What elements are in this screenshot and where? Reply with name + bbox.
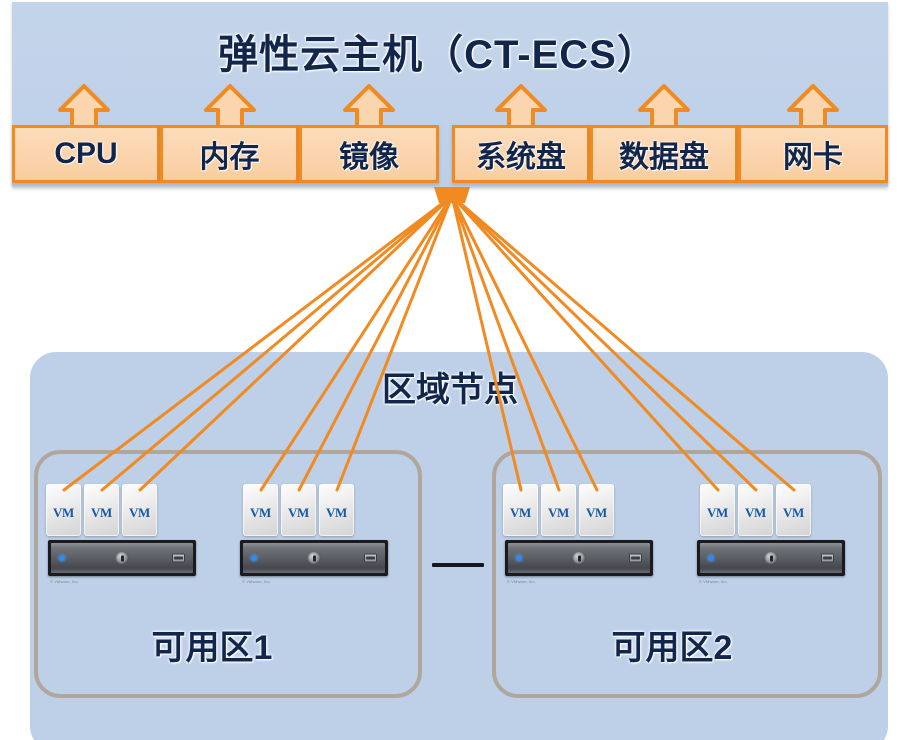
vm-icon: VM	[46, 484, 81, 536]
rack-power-led-icon	[251, 555, 257, 561]
rack-dial-icon	[307, 551, 321, 565]
vm-icon: VM	[541, 484, 576, 536]
rack-dial-icon	[572, 551, 586, 565]
vm-label: VM	[325, 505, 348, 520]
availability-zone-label: 可用区1	[151, 629, 273, 667]
rack-slot-icon	[629, 553, 642, 563]
server-rack-icon	[505, 540, 653, 576]
vm-icon: VM	[700, 484, 735, 536]
vm-icon: VM	[776, 484, 811, 536]
rack-credit-text: © VMware, Inc.	[50, 579, 79, 584]
vm-label: VM	[782, 505, 805, 520]
az-interconnect-line	[432, 563, 484, 567]
rack-dial-icon	[764, 551, 778, 565]
vm-icon: VM	[579, 484, 614, 536]
rack-power-led-icon	[59, 555, 65, 561]
rack-face	[700, 543, 842, 573]
vm-label: VM	[509, 505, 532, 520]
vm-label: VM	[547, 505, 570, 520]
rack-credit-text: © VMware, Inc.	[242, 579, 271, 584]
fanout-origin-node	[434, 187, 470, 203]
component-label: 内存	[199, 141, 260, 174]
vm-icon: VM	[243, 484, 278, 536]
server-rack-icon	[240, 540, 388, 576]
component-box-镜像[interactable]: 镜像	[299, 125, 439, 183]
rack-credit-text: © VMware, Inc.	[699, 579, 728, 584]
vm-icon: VM	[281, 484, 316, 536]
rack-face	[51, 543, 193, 573]
server-rack-icon	[48, 540, 196, 576]
vm-label: VM	[706, 505, 729, 520]
up-arrow-icon-网卡	[785, 83, 841, 131]
rack-slot-icon	[821, 553, 834, 563]
up-arrow-icon-内存	[202, 83, 258, 131]
page-title: 弹性云主机（CT-ECS）	[218, 33, 658, 77]
rack-power-led-icon	[708, 555, 714, 561]
component-box-网卡[interactable]: 网卡	[738, 125, 888, 183]
rack-dial-icon	[115, 551, 129, 565]
rack-power-led-icon	[516, 555, 522, 561]
vm-label: VM	[128, 505, 151, 520]
rack-slot-icon	[364, 553, 377, 563]
diagram-canvas: 弹性云主机（CT-ECS） CPU 内存 镜像 系统盘 数据盘 网卡 区域节点 可用区1 V…	[0, 0, 900, 740]
up-arrow-icon-CPU	[56, 83, 112, 131]
up-arrow-icon-镜像	[341, 83, 397, 131]
component-label: 系统盘	[476, 141, 566, 174]
vm-label: VM	[287, 505, 310, 520]
up-arrow-icon-数据盘	[636, 83, 692, 131]
server-rack-icon	[697, 540, 845, 576]
rack-face	[243, 543, 385, 573]
vm-icon: VM	[503, 484, 538, 536]
component-box-数据盘[interactable]: 数据盘	[590, 125, 738, 183]
component-box-系统盘[interactable]: 系统盘	[452, 125, 590, 183]
component-label: 网卡	[783, 141, 843, 174]
vm-label: VM	[744, 505, 767, 520]
availability-zone-label: 可用区2	[611, 629, 733, 667]
rack-slot-icon	[172, 553, 185, 563]
component-box-CPU[interactable]: CPU	[12, 125, 160, 183]
component-label: 镜像	[339, 141, 399, 174]
vm-label: VM	[249, 505, 272, 520]
vm-icon: VM	[738, 484, 773, 536]
vm-icon: VM	[122, 484, 157, 536]
component-box-内存[interactable]: 内存	[160, 125, 299, 183]
vm-label: VM	[585, 505, 608, 520]
rack-face	[508, 543, 650, 573]
vm-icon: VM	[319, 484, 354, 536]
rack-credit-text: © VMware, Inc.	[507, 579, 536, 584]
region-title: 区域节点	[382, 371, 518, 409]
component-label: CPU	[54, 137, 118, 170]
up-arrow-icon-系统盘	[493, 83, 549, 131]
component-boxes-row: CPU 内存 镜像 系统盘 数据盘 网卡	[12, 125, 888, 185]
vm-label: VM	[52, 505, 75, 520]
vm-label: VM	[90, 505, 113, 520]
component-label: 数据盘	[619, 141, 709, 174]
vm-icon: VM	[84, 484, 119, 536]
